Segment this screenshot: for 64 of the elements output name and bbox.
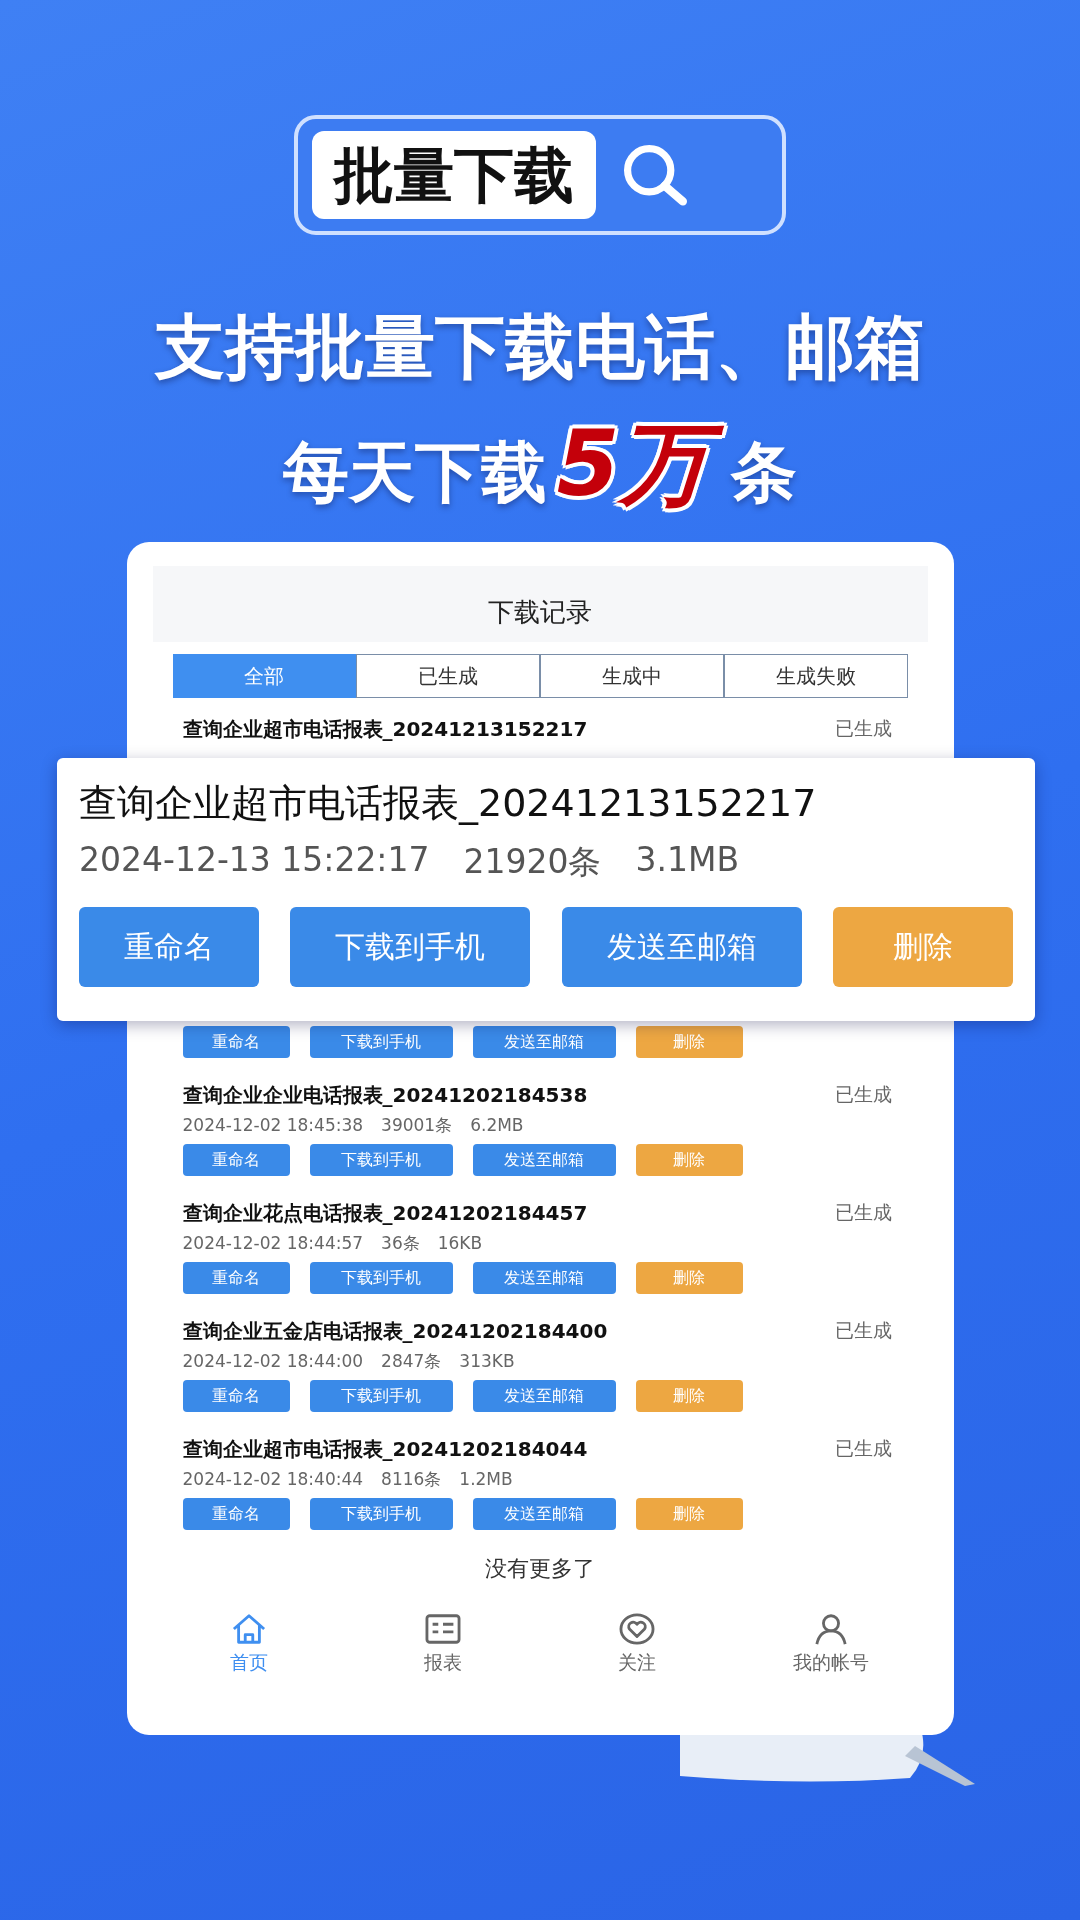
nav-tab[interactable]: 我的帐号 xyxy=(733,1612,928,1676)
action-button[interactable]: 重命名 xyxy=(182,1144,290,1176)
banner-title: 批量下载 xyxy=(312,131,596,219)
filter-tab[interactable]: 已生成 xyxy=(356,654,540,698)
record-date: 2024-12-02 18:45:38 xyxy=(182,1115,364,1135)
action-button[interactable]: 发送至邮箱 xyxy=(472,1380,616,1412)
action-button[interactable]: 删除 xyxy=(635,1026,743,1058)
action-button[interactable]: 删除 xyxy=(635,1262,743,1294)
record-date: 2024-12-13 15:22:17 xyxy=(79,840,430,881)
nav-tab[interactable]: 首页 xyxy=(152,1612,347,1676)
subheadline-text: 每天下载 xyxy=(282,433,547,513)
record-count: 39001条 xyxy=(381,1113,453,1137)
screen-title: 下载记录 xyxy=(488,596,592,629)
record-status: 已生成 xyxy=(834,1436,893,1461)
action-button[interactable]: 重命名 xyxy=(182,1498,290,1530)
record-size: 3.1MB xyxy=(635,840,740,881)
action-button[interactable]: 删除 xyxy=(833,907,1013,987)
record-size: 6.2MB xyxy=(470,1115,524,1135)
record-status: 已生成 xyxy=(834,716,893,741)
record-title: 查询企业超市电话报表_20241213152217 xyxy=(182,715,588,743)
action-button[interactable]: 删除 xyxy=(635,1144,743,1176)
record-title: 查询企业企业电话报表_20241202184538 xyxy=(182,1081,588,1109)
filter-tab[interactable]: 全部 xyxy=(172,654,357,698)
action-button[interactable]: 下载到手机 xyxy=(309,1026,453,1058)
record-count: 2847条 xyxy=(381,1349,442,1373)
nav-tab[interactable]: 报表 xyxy=(346,1612,540,1676)
action-button[interactable]: 重命名 xyxy=(182,1262,290,1294)
action-button[interactable]: 发送至邮箱 xyxy=(472,1144,616,1176)
record-count: 8116条 xyxy=(381,1467,442,1491)
record-size: 313KB xyxy=(459,1351,515,1371)
nav-tab[interactable]: 关注 xyxy=(540,1612,734,1676)
end-of-list-text: 没有更多了 xyxy=(484,1555,596,1583)
action-button[interactable]: 发送至邮箱 xyxy=(472,1262,616,1294)
action-button[interactable]: 重命名 xyxy=(182,1380,290,1412)
record-size: 16KB xyxy=(437,1233,483,1253)
record-count: 21920条 xyxy=(463,841,602,883)
record-status: 已生成 xyxy=(834,1318,893,1343)
record-title: 查询企业五金店电话报表_20241202184400 xyxy=(182,1317,608,1345)
record-date: 2024-12-02 18:40:44 xyxy=(182,1469,364,1489)
action-button[interactable]: 删除 xyxy=(635,1380,743,1412)
action-button[interactable]: 下载到手机 xyxy=(309,1498,453,1530)
action-button[interactable]: 重命名 xyxy=(79,907,259,987)
record-title: 查询企业花点电话报表_20241202184457 xyxy=(182,1199,588,1227)
record-size: 1.2MB xyxy=(459,1469,513,1489)
action-button[interactable]: 下载到手机 xyxy=(309,1144,453,1176)
action-button[interactable]: 下载到手机 xyxy=(309,1380,453,1412)
headline: 支持批量下载电话、邮箱 xyxy=(155,305,925,389)
record-count: 36条 xyxy=(381,1231,420,1255)
record-title: 查询企业超市电话报表_20241202184044 xyxy=(182,1435,588,1463)
action-button[interactable]: 发送至邮箱 xyxy=(561,907,802,987)
action-button[interactable]: 发送至邮箱 xyxy=(472,1026,616,1058)
action-button[interactable]: 删除 xyxy=(635,1498,743,1530)
action-button[interactable]: 下载到手机 xyxy=(290,907,531,987)
record-title: 查询企业超市电话报表_20241213152217 xyxy=(79,780,818,827)
action-button[interactable]: 下载到手机 xyxy=(309,1262,453,1294)
subheadline-text: 条 xyxy=(731,433,798,513)
record-date: 2024-12-02 18:44:00 xyxy=(182,1351,364,1371)
record-status: 已生成 xyxy=(834,1082,893,1107)
record-date: 2024-12-02 18:44:57 xyxy=(182,1233,364,1253)
action-button[interactable]: 重命名 xyxy=(182,1026,290,1058)
action-button[interactable]: 发送至邮箱 xyxy=(472,1498,616,1530)
filter-tab[interactable]: 生成中 xyxy=(540,654,724,698)
record-status: 已生成 xyxy=(834,1200,893,1225)
filter-tab[interactable]: 生成失败 xyxy=(723,654,908,698)
